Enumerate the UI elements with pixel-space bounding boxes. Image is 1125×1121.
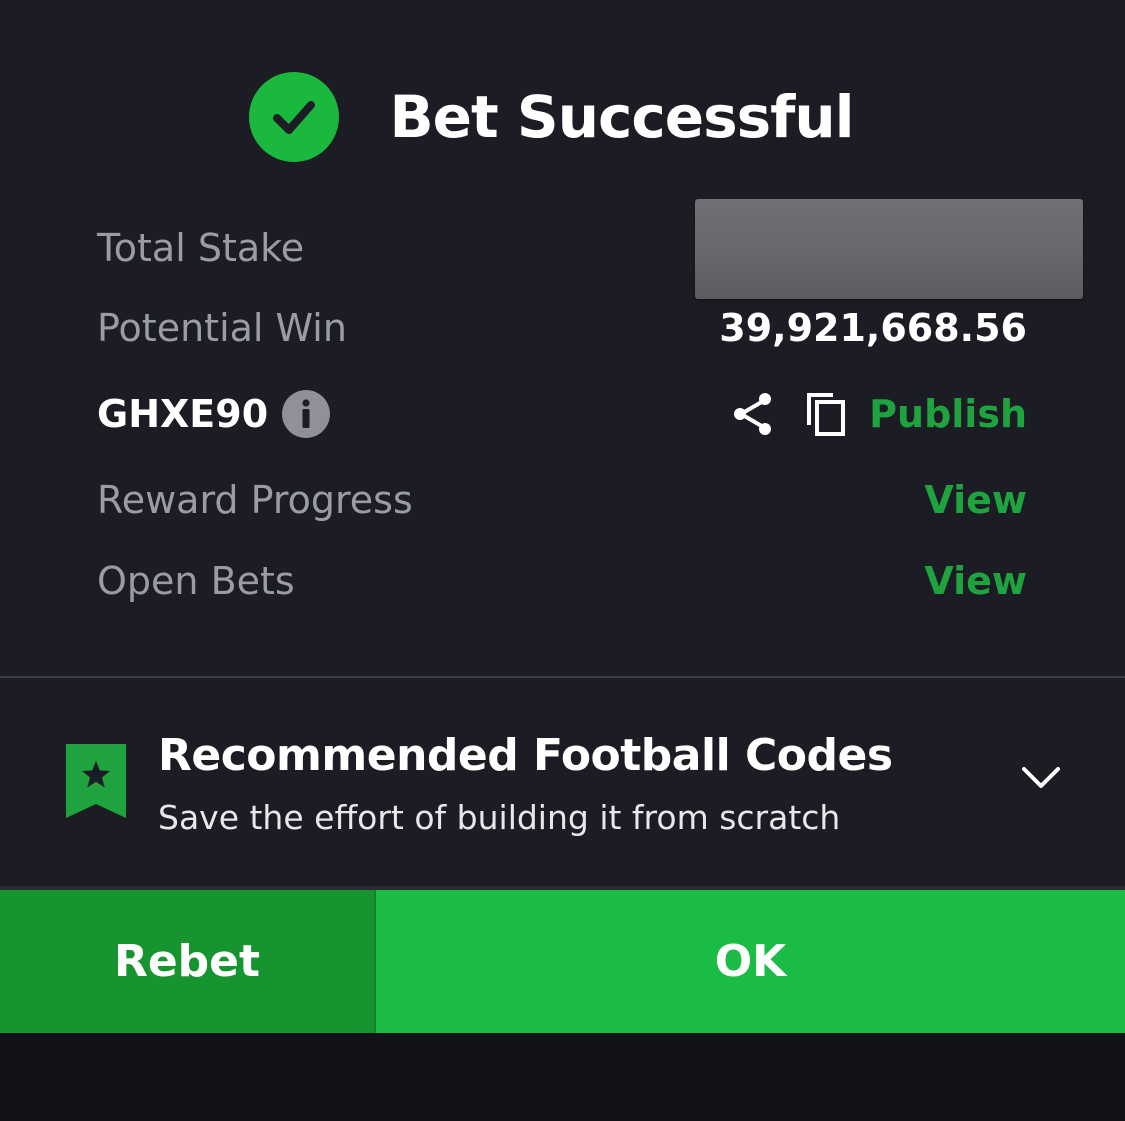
- rebet-button[interactable]: Rebet: [0, 890, 374, 1033]
- reward-progress-label: Reward Progress: [97, 478, 413, 522]
- check-circle-icon: [249, 72, 340, 162]
- publish-link[interactable]: Publish: [869, 392, 1027, 436]
- reward-progress-row: Reward Progress View: [97, 470, 1027, 530]
- open-bets-view-link[interactable]: View: [924, 559, 1027, 603]
- recommended-title: Recommended Football Codes: [158, 730, 893, 781]
- recommended-codes-section[interactable]: Recommended Football Codes Save the effo…: [0, 678, 1125, 888]
- booking-code-row: GHXE90 Publish: [97, 384, 1027, 444]
- booking-code-group: GHXE90: [97, 390, 331, 438]
- potential-win-label: Potential Win: [97, 306, 347, 350]
- open-bets-row: Open Bets View: [97, 551, 1027, 611]
- redacted-stake-overlay: [695, 199, 1083, 299]
- info-icon[interactable]: [282, 390, 331, 438]
- open-bets-label: Open Bets: [97, 559, 295, 603]
- bookmark-star-icon: [66, 744, 128, 824]
- potential-win-row: Potential Win 39,921,668.56: [97, 300, 1027, 356]
- bet-success-dialog: Bet Successful Total Stake Potential Win…: [0, 0, 1125, 1121]
- booking-code: GHXE90: [97, 392, 269, 436]
- ok-button[interactable]: OK: [376, 890, 1125, 1033]
- reward-progress-view-link[interactable]: View: [924, 478, 1027, 522]
- bottom-strip: [0, 1033, 1125, 1121]
- total-stake-label: Total Stake: [97, 226, 305, 270]
- copy-icon[interactable]: [805, 391, 847, 437]
- dialog-title: Bet Successful: [389, 83, 854, 151]
- chevron-down-icon[interactable]: [1020, 764, 1062, 796]
- share-icon[interactable]: [731, 391, 775, 437]
- dialog-header: Bet Successful: [0, 70, 1125, 164]
- recommended-subtitle: Save the effort of building it from scra…: [158, 798, 841, 837]
- potential-win-value: 39,921,668.56: [719, 306, 1027, 350]
- booking-code-actions: Publish: [731, 391, 1027, 437]
